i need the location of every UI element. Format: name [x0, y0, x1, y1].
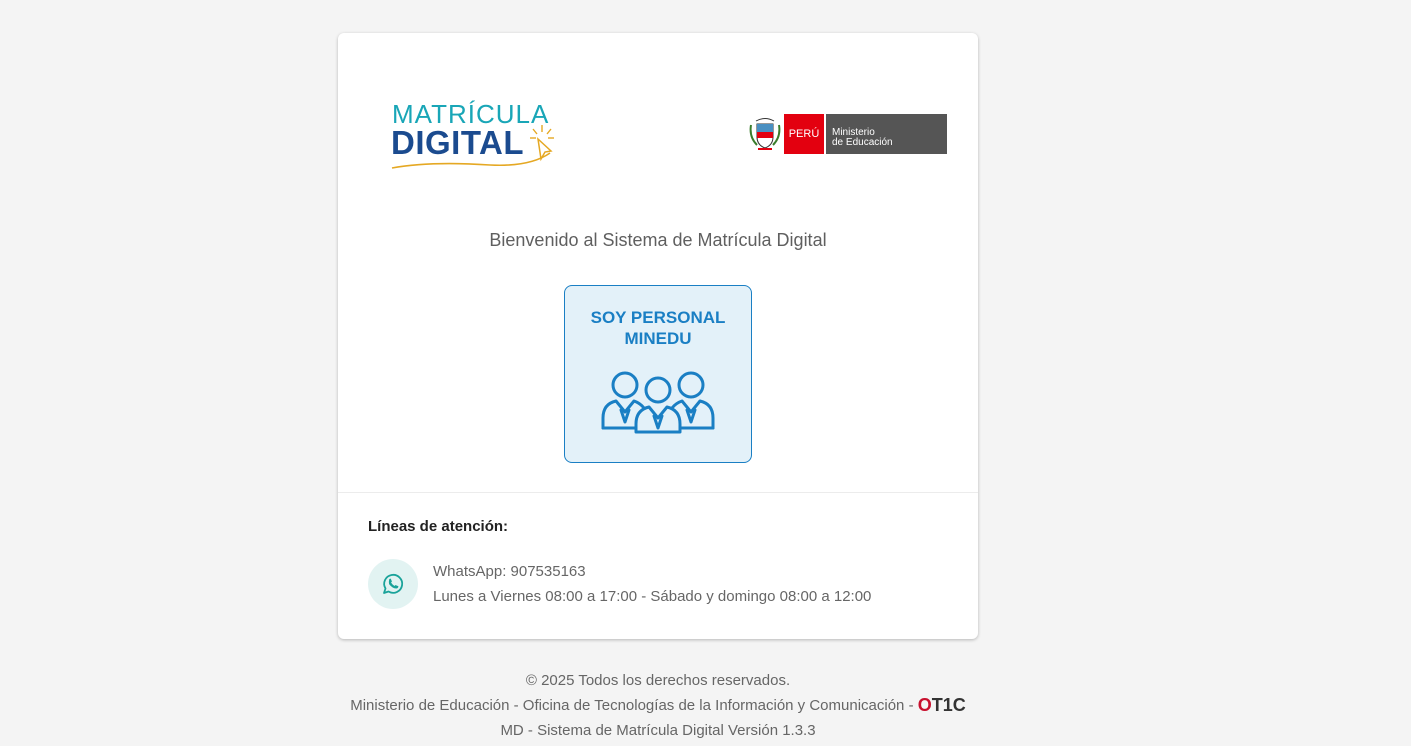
footer-version: MD - Sistema de Matrícula Digital Versió…	[500, 722, 816, 739]
peru-coat-of-arms-icon	[749, 118, 781, 150]
soy-personal-minedu-label: SOY PERSONAL MINEDU	[590, 308, 726, 348]
footer-ministry-text: Ministerio de Educación - Oficina de Tec…	[350, 697, 918, 714]
otic-logo: OT1C	[917, 695, 966, 715]
card-divider	[338, 492, 978, 493]
welcome-text: Bienvenido al Sistema de Matrícula Digit…	[489, 230, 827, 250]
ministerio-label: Ministerio de Educación	[826, 114, 947, 154]
matricula-digital-logo: MATRÍCULA DIGITAL	[390, 99, 556, 171]
peru-badge: PERÚ	[784, 114, 824, 154]
support-hours: Lunes a Viernes 08:00 a 17:00 - Sábado y…	[433, 588, 872, 605]
whatsapp-number: WhatsApp: 907535163	[433, 563, 586, 580]
login-card: MATRÍCULA DIGITAL PERÚ Ministerio de Edu…	[338, 33, 978, 639]
support-lines-title: Líneas de atención:	[368, 518, 509, 535]
whatsapp-icon	[368, 559, 418, 609]
ministerio-line2: de Educación	[832, 137, 893, 148]
footer-ministry-line: Ministerio de Educación - Oficina de Tec…	[0, 693, 1316, 718]
soy-personal-minedu-button[interactable]: SOY PERSONAL MINEDU	[564, 285, 752, 463]
footer-copyright: © 2025 Todos los derechos reservados.	[525, 672, 791, 689]
users-group-icon	[601, 371, 715, 434]
ministerio-educacion-logo: PERÚ Ministerio de Educación	[748, 113, 947, 155]
logo-cursor-swoosh	[391, 125, 554, 169]
footer: © 2025 Todos los derechos reservados. Mi…	[0, 668, 1316, 743]
